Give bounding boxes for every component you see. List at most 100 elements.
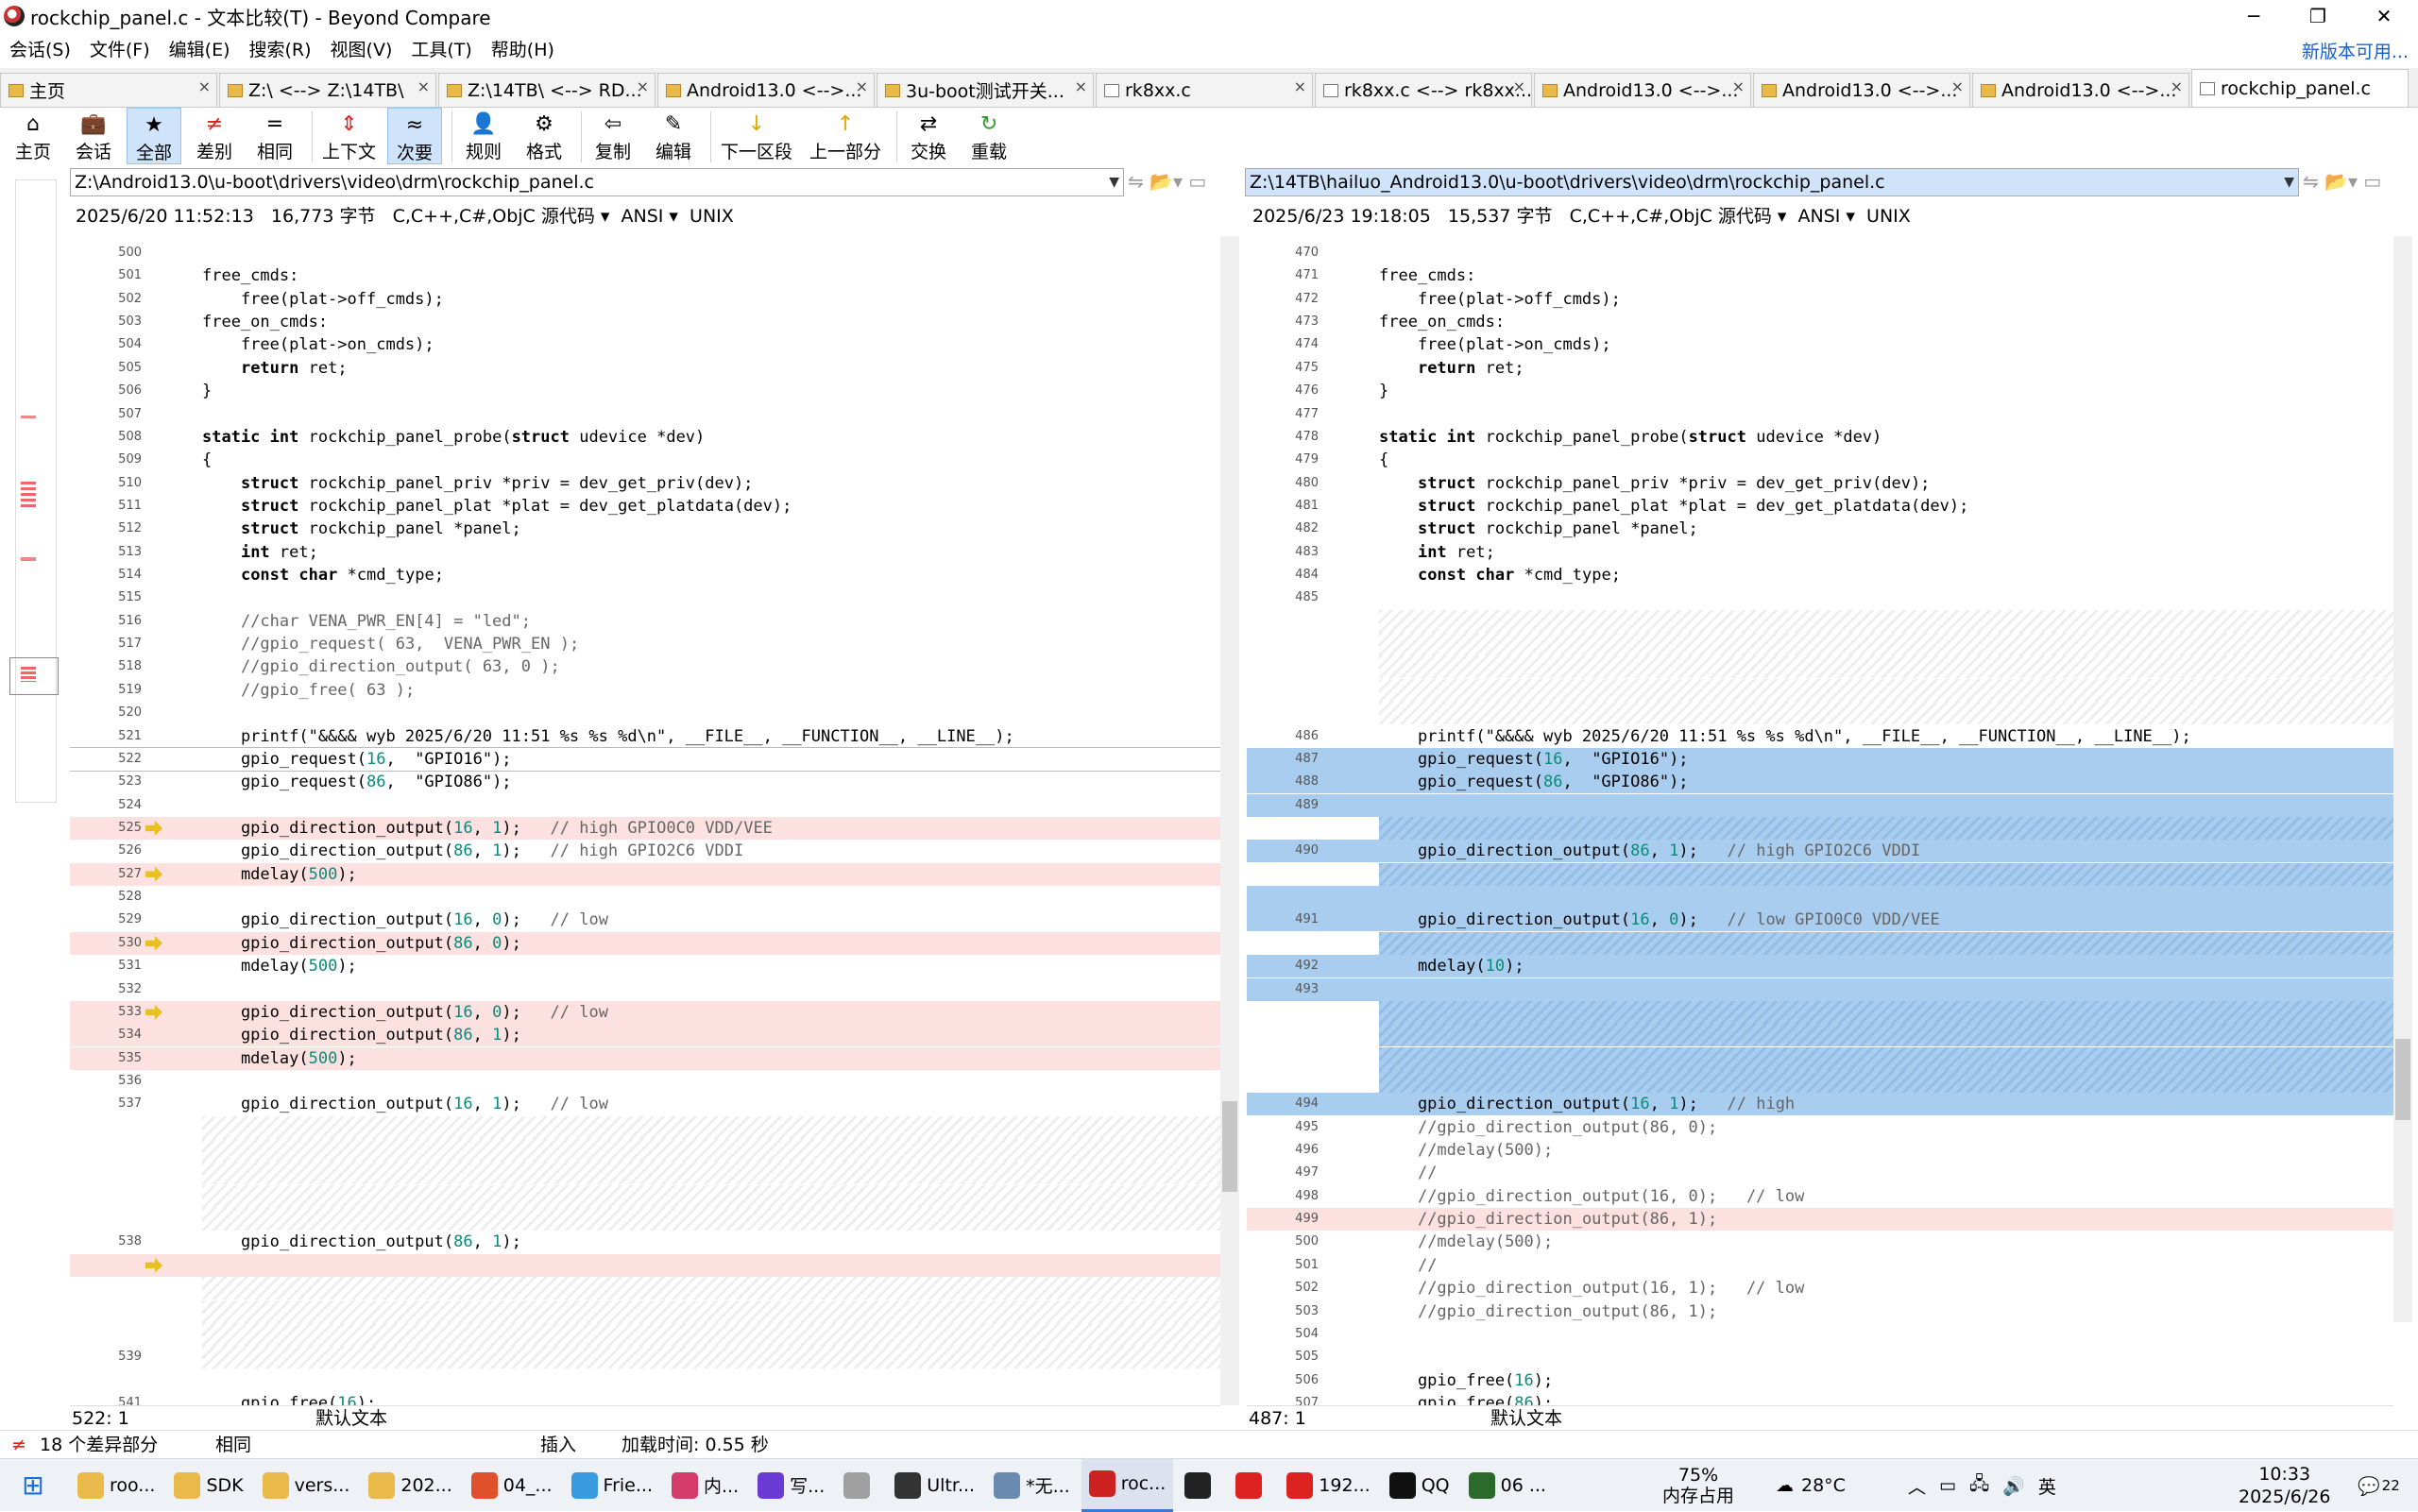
left-code-line[interactable]: 525 gpio_direction_output(16, 1); // hig… [70,817,1220,840]
left-scrollbar[interactable] [1220,236,1239,1405]
right-code-line[interactable]: 507 gpio_free(86); [1247,1392,2393,1405]
right-scrollbar[interactable] [2393,236,2412,1322]
tab-android-compare-4[interactable]: Android13.0 <-->... × [1972,73,2189,107]
right-code-line[interactable] [1379,633,2393,656]
left-code-line[interactable] [202,1322,1220,1346]
left-code-line[interactable]: 527 mdelay(500); [70,862,1220,886]
right-code-line[interactable] [1379,1046,2393,1070]
diff-arrow-icon[interactable] [145,821,162,836]
right-code-line[interactable]: 506 gpio_free(16); [1247,1369,2393,1392]
right-code-line[interactable]: 472 free(plat->off_cmds); [1247,288,2393,311]
left-code-line[interactable]: 505 return ret; [70,357,1220,380]
taskbar-app-10[interactable]: *无... [986,1459,1078,1512]
right-path-input[interactable]: Z:\14TB\hailuo_Android13.0\u-boot\driver… [1245,168,2299,196]
left-code-line[interactable]: 523 gpio_request(86, "GPIO86"); [70,771,1220,793]
diff-overview-map[interactable] [0,179,70,1417]
left-code-line[interactable]: 528 [70,886,1220,909]
menu-edit[interactable]: 编辑(E) [160,36,240,61]
right-code-line[interactable]: 497 // [1247,1162,2393,1184]
menu-view[interactable]: 视图(V) [321,36,402,61]
right-code-line[interactable] [1379,1069,2393,1093]
menu-help[interactable]: 帮助(H) [482,36,564,61]
left-code-line[interactable] [202,1208,1220,1232]
tab-android-compare-3[interactable]: Android13.0 <-->... × [1753,73,1970,107]
left-code-line[interactable]: 514 const char *cmd_type; [70,564,1220,586]
right-code-line[interactable]: 499 //gpio_direction_output(86, 1); [1247,1208,2393,1232]
right-code-line[interactable] [1379,862,2393,886]
reload-button[interactable]: ↻ 重载 [962,108,1016,164]
left-code-line[interactable]: 539 [118,1346,1220,1369]
left-code-line[interactable]: 537 gpio_direction_output(16, 1); // low [70,1093,1220,1115]
minor-button[interactable]: ≈ 次要 [387,108,443,164]
left-code-line[interactable]: 538 gpio_direction_output(86, 1); [70,1231,1220,1253]
right-code-line[interactable]: 476} [1247,380,2393,402]
left-code-line[interactable]: 501 free_cmds: [70,264,1220,287]
left-code-line[interactable]: 533 gpio_direction_output(16, 0); // low [70,1000,1220,1024]
left-code-line[interactable]: 515 [70,586,1220,609]
close-icon[interactable]: × [1294,77,1306,95]
context-button[interactable]: ⇕ 上下文 [316,108,382,164]
chevron-down-icon[interactable]: ▼ [1109,169,1119,195]
memory-widget[interactable]: 75% 内存占用 [1662,1459,1734,1512]
right-code-line[interactable]: 503 //gpio_direction_output(86, 1); [1247,1300,2393,1323]
left-code-line[interactable]: 520 [70,702,1220,724]
left-code-line[interactable]: 536 [70,1070,1220,1093]
right-code-line[interactable]: 487 gpio_request(16, "GPIO16"); [1247,747,2393,771]
edit-button[interactable]: ✎ 编辑 [646,108,701,164]
right-code-line[interactable]: 485 [1247,586,2393,609]
right-code-line[interactable]: 496 //mdelay(500); [1247,1139,2393,1162]
taskbar-app-15[interactable]: QQ [1382,1459,1457,1512]
start-button[interactable]: ⊞ [0,1459,66,1512]
left-code-line[interactable]: 508 static int rockchip_panel_probe(struc… [70,426,1220,449]
clock[interactable]: 10:33 2025/6/26 [2239,1459,2330,1512]
left-code-line[interactable]: 529 gpio_direction_output(16, 0); // low [70,909,1220,931]
right-code-line[interactable]: 478 static int rockchip_panel_probe(struc… [1247,426,2393,449]
show-diffs-button[interactable]: ≠ 差别 [187,108,242,164]
taskbar-app-6[interactable]: 内... [664,1459,746,1512]
taskbar-app-14[interactable]: 192... [1279,1459,1377,1512]
left-code-line[interactable]: 506} [70,380,1220,402]
menu-session[interactable]: 会话(S) [0,36,80,61]
left-code-line[interactable]: 504 free(plat->on_cmds); [70,333,1220,356]
right-encoding-select[interactable]: ANSI [1798,206,1841,227]
right-code-line[interactable] [1379,702,2393,725]
close-icon[interactable]: × [417,77,430,95]
taskbar-app-11[interactable]: roc... [1081,1458,1174,1512]
left-code-line[interactable] [202,1139,1220,1163]
chevron-up-icon[interactable]: ︿ [1908,1473,1926,1499]
taskbar-app-13[interactable] [1228,1459,1275,1512]
left-code-line[interactable]: 503 free_on_cmds: [70,311,1220,333]
close-button[interactable]: ✕ [2352,0,2416,32]
close-icon[interactable]: × [856,77,868,95]
tab-uboot-test[interactable]: 3u-boot测试开关... × [877,73,1094,107]
left-code-line[interactable]: 530 gpio_direction_output(86, 0); [70,931,1220,955]
volume-icon[interactable]: 🔊 [2002,1475,2025,1497]
left-encoding-select[interactable]: ANSI [622,206,664,227]
left-code-line[interactable]: 526 gpio_direction_output(86, 1); // hig… [70,840,1220,862]
chevron-down-icon[interactable]: ▼ [2284,169,2294,195]
right-code-line[interactable]: 475 return ret; [1247,357,2393,380]
taskbar-app-8[interactable] [836,1459,883,1512]
left-code-line[interactable]: 513 int ret; [70,541,1220,564]
left-code-line[interactable]: 531 mdelay(500); [70,955,1220,977]
left-code-line[interactable] [202,1115,1220,1139]
taskbar-app-3[interactable]: 202... [361,1459,459,1512]
right-code-line[interactable]: 488 gpio_request(86, "GPIO86"); [1247,771,2393,794]
right-code-line[interactable] [1247,886,2393,909]
right-code-line[interactable]: 473 free_on_cmds: [1247,311,2393,333]
right-code-line[interactable]: 471 free_cmds: [1247,264,2393,287]
right-code-line[interactable]: 484 const char *cmd_type; [1247,564,2393,586]
menu-file[interactable]: 文件(F) [80,36,160,61]
right-code-line[interactable]: 481 struct rockchip_panel_plat *plat = d… [1247,495,2393,518]
taskbar-app-2[interactable]: vers... [255,1459,358,1512]
weather-widget[interactable]: ☁ 28°C [1776,1459,1846,1512]
tab-folder-compare-2[interactable]: Z:\14TB\ <--> RD... × [438,73,656,107]
left-code-line[interactable]: 535 mdelay(500); [70,1046,1220,1070]
right-code-line[interactable] [1379,609,2393,633]
left-code-line[interactable]: 522 gpio_request(16, "GPIO16"); [70,746,1220,772]
left-scroll-thumb[interactable] [1222,1101,1237,1192]
taskbar-app-0[interactable]: roo... [70,1459,162,1512]
left-code-line[interactable]: 509 { [70,449,1220,471]
right-code-line[interactable]: 504 [1247,1323,2393,1346]
left-path-tools[interactable]: ⇋ 📂▾ ▭ [1128,170,1206,193]
